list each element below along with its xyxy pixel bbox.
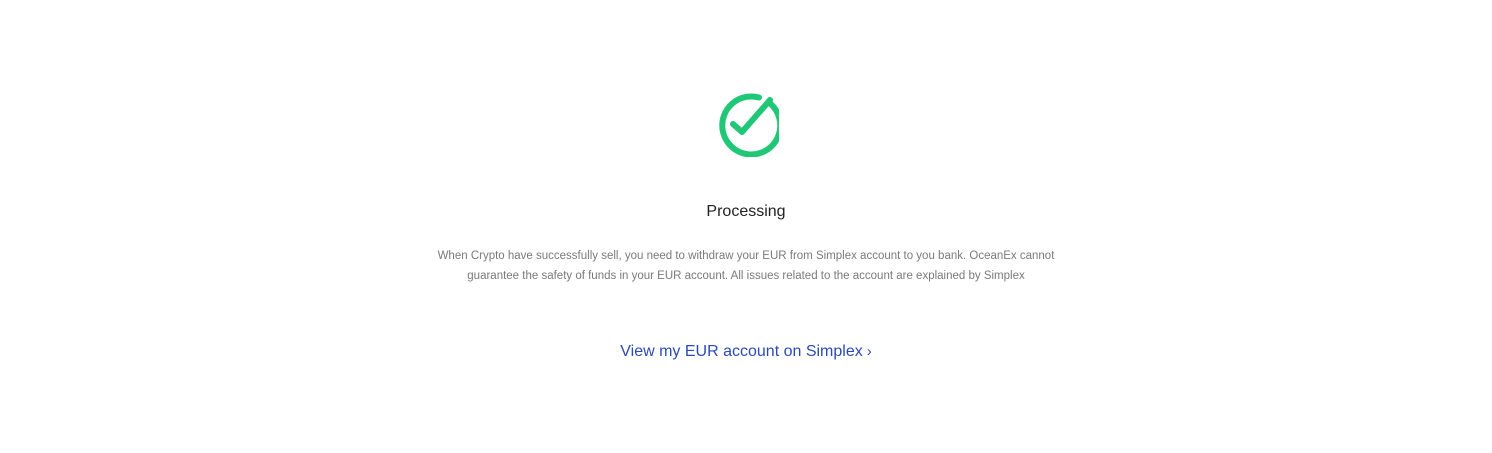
chevron-right-icon: › (866, 343, 872, 360)
status-message-line: When Crypto have successfully sell, you … (437, 250, 1055, 262)
view-eur-account-link[interactable]: View my EUR account on Simplex › (0, 341, 1492, 363)
status-message-line: guarantee the safety of funds in your EU… (467, 270, 1025, 282)
status-title: Processing (706, 203, 786, 220)
processing-status-panel: Processing When Crypto have successfully… (0, 0, 1492, 453)
success-checkmark (730, 97, 773, 135)
status-message: When Crypto have successfully sell, you … (396, 246, 1096, 286)
view-eur-account-label: View my EUR account on Simplex (620, 343, 863, 360)
check-circle-icon (711, 89, 779, 157)
check-circle-graphic (719, 93, 779, 157)
